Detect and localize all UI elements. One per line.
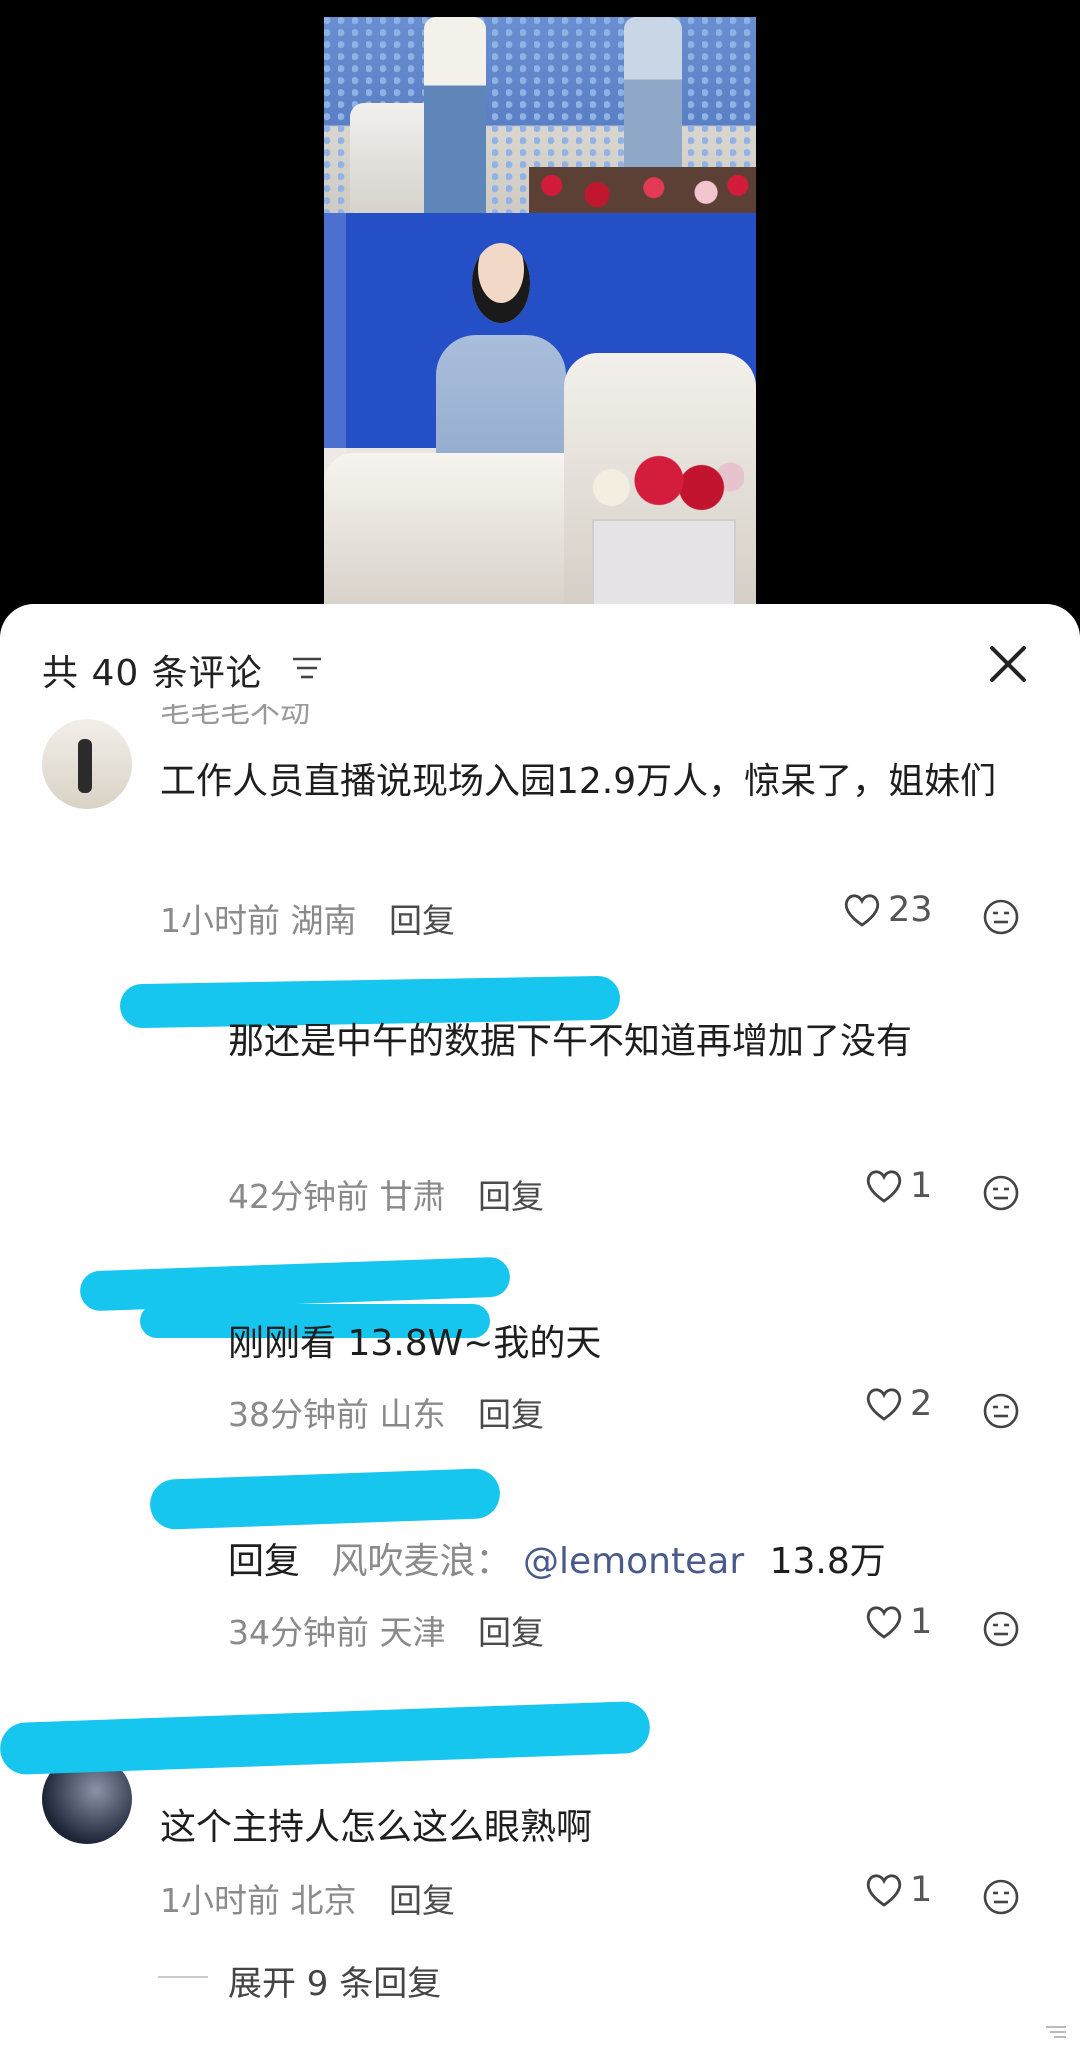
reply-to-name[interactable]: 风吹麦浪： <box>331 1541 511 1582</box>
comment-location: 山东 <box>379 1395 446 1434</box>
mention-link[interactable]: @lemontear <box>523 1541 744 1582</box>
reply-button[interactable]: 回复 <box>389 901 455 940</box>
comment-location: 湖南 <box>290 901 357 940</box>
avatar[interactable] <box>42 719 132 809</box>
reply-button[interactable]: 回复 <box>478 1613 544 1652</box>
like-count: 1 <box>910 1166 933 1206</box>
comment-location: 天津 <box>379 1613 446 1652</box>
stage-photo-bottom <box>324 213 756 605</box>
comment-meta: 1小时前 北京 回复 <box>160 1874 455 1922</box>
expand-divider <box>158 1976 208 1978</box>
like-button[interactable]: 2 <box>864 1384 932 1424</box>
flower-box <box>592 519 736 605</box>
reply-button[interactable]: 回复 <box>478 1395 544 1434</box>
like-button[interactable]: 23 <box>842 890 933 930</box>
comment-text: 回复 风吹麦浪： @lemontear 13.8万 <box>228 1534 1048 1590</box>
emoji-icon[interactable] <box>982 1174 1020 1212</box>
comment-username[interactable]: 毛毛毛不动 <box>160 704 310 726</box>
like-button[interactable]: 1 <box>864 1166 932 1206</box>
reply-button[interactable]: 回复 <box>478 1177 544 1216</box>
heart-icon <box>866 1874 902 1907</box>
heart-icon <box>844 894 880 927</box>
heart-icon <box>866 1606 902 1639</box>
heart-icon <box>866 1170 902 1203</box>
comment-time: 1小时前 <box>160 901 280 940</box>
stage-flowers <box>529 167 756 213</box>
comment-text-suffix: 13.8万 <box>769 1541 886 1582</box>
emoji-icon[interactable] <box>982 1610 1020 1648</box>
like-count: 23 <box>888 890 933 930</box>
emoji-icon[interactable] <box>982 1392 1020 1430</box>
stage-person <box>424 17 486 213</box>
like-count: 1 <box>910 1870 933 1910</box>
redaction-mark <box>0 1700 651 1776</box>
comment-meta: 38分钟前 山东 回复 <box>228 1388 544 1436</box>
emoji-icon[interactable] <box>982 1878 1020 1916</box>
reply-prefix: 回复 <box>228 1541 301 1582</box>
like-button[interactable]: 1 <box>864 1870 932 1910</box>
comment-time: 1小时前 <box>160 1881 280 1920</box>
redaction-mark <box>149 1467 501 1531</box>
like-button[interactable]: 1 <box>864 1602 932 1642</box>
emoji-icon[interactable] <box>982 898 1020 936</box>
expand-replies-button[interactable]: 展开 9 条回复 <box>228 1956 441 2005</box>
comment-text: 那还是中午的数据下午不知道再增加了没有 <box>228 1021 913 1062</box>
comment-time: 34分钟前 <box>228 1613 369 1652</box>
video-frame[interactable] <box>324 17 756 605</box>
like-count: 2 <box>910 1384 933 1424</box>
comment-sheet: 共 40 条评论 毛毛毛不动 工作人员直播说现场入园12.9万人，惊呆了，姐妹们… <box>0 604 1080 2048</box>
comment-meta: 1小时前 湖南 回复 <box>160 894 455 942</box>
sort-icon[interactable] <box>292 656 322 680</box>
comment-meta: 34分钟前 天津 回复 <box>228 1606 544 1654</box>
comment-count: 共 40 条评论 <box>42 653 263 694</box>
scroll-indicator-icon <box>1046 2026 1066 2038</box>
like-count: 1 <box>910 1602 933 1642</box>
reply-button[interactable]: 回复 <box>389 1881 455 1920</box>
comment-text: 这个主持人怎么这么眼熟啊 <box>160 1807 593 1848</box>
stage-photo-top <box>324 17 756 213</box>
comment-meta: 42分钟前 甘肃 回复 <box>228 1170 544 1218</box>
comment-text: 刚刚看 13.8W~我的天 <box>228 1323 602 1364</box>
singer-head <box>472 243 530 323</box>
close-icon[interactable] <box>984 640 1032 688</box>
stage-flowers <box>574 449 744 519</box>
comment-location: 甘肃 <box>379 1177 446 1216</box>
comment-location: 北京 <box>290 1881 357 1920</box>
comment-text: 工作人员直播说现场入园12.9万人，惊呆了，姐妹们 <box>160 761 997 802</box>
heart-icon <box>866 1388 902 1421</box>
comment-time: 42分钟前 <box>228 1177 369 1216</box>
comment-time: 38分钟前 <box>228 1395 369 1434</box>
